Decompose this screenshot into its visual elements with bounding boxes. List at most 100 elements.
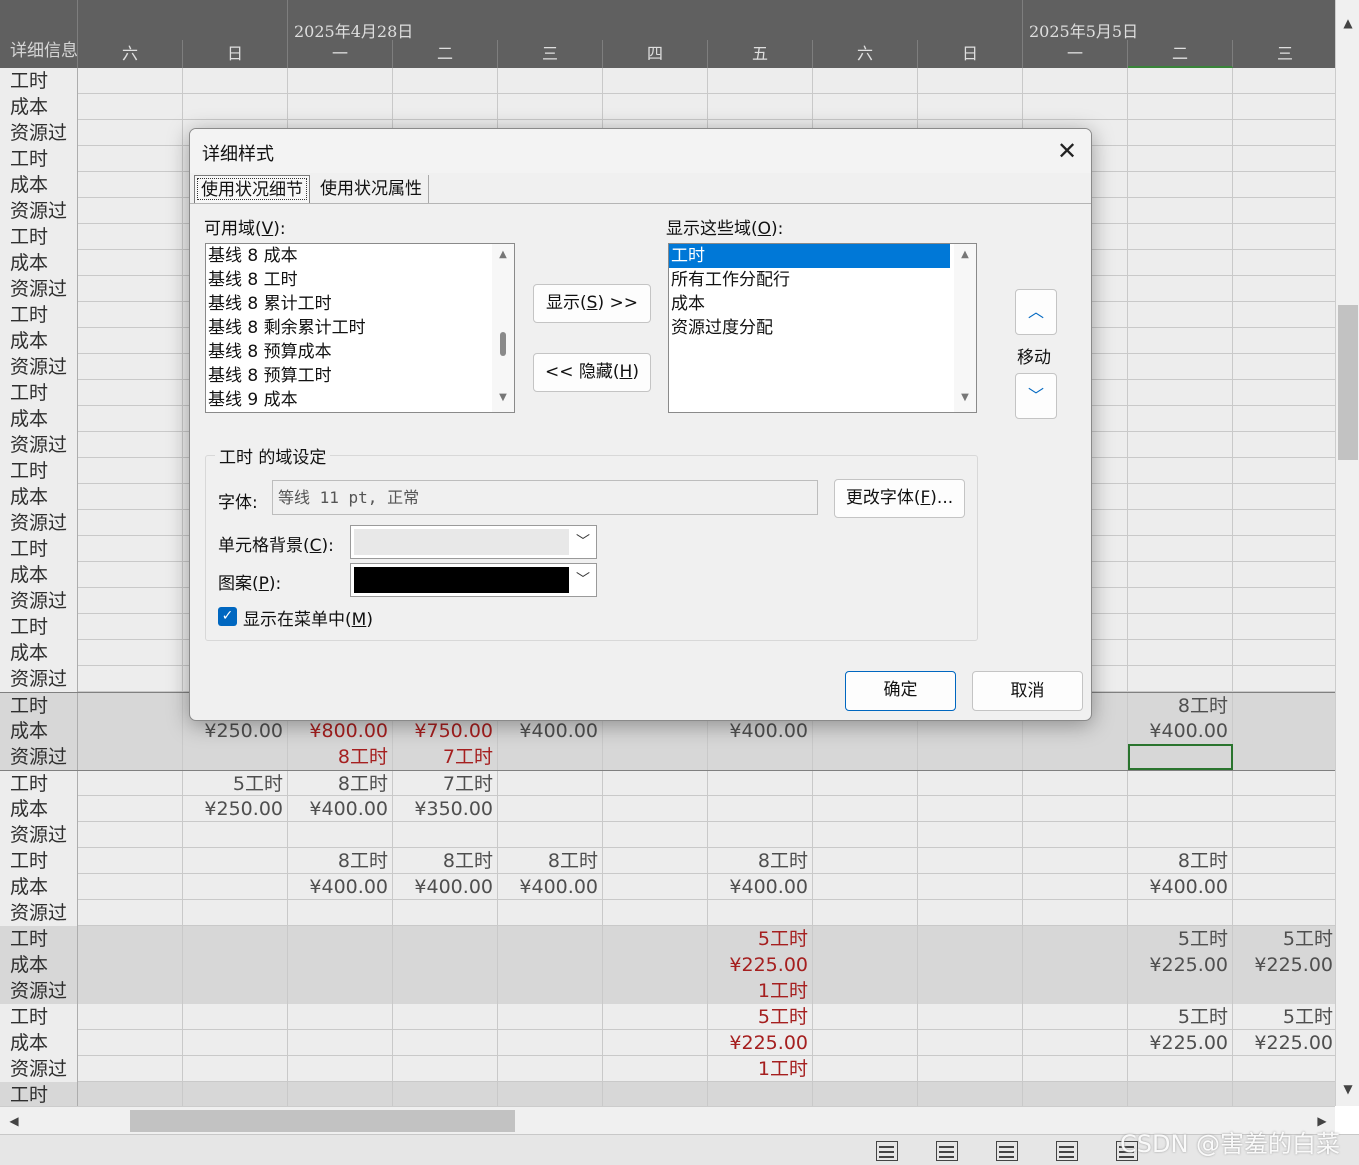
usage-cell[interactable] <box>918 744 1023 770</box>
usage-cell[interactable] <box>1233 822 1335 848</box>
usage-cell[interactable] <box>1023 874 1128 900</box>
usage-cell[interactable] <box>1233 302 1335 328</box>
usage-cell[interactable] <box>78 874 183 900</box>
usage-cell[interactable] <box>498 68 603 94</box>
usage-cell[interactable] <box>813 68 918 94</box>
usage-cell[interactable] <box>813 978 918 1004</box>
usage-cell[interactable] <box>78 952 183 978</box>
usage-cell[interactable] <box>183 978 288 1004</box>
usage-cell[interactable]: 5工时 <box>183 771 288 797</box>
usage-cell[interactable] <box>1128 94 1233 120</box>
pattern-select[interactable]: ﹀ <box>350 563 597 597</box>
usage-cell[interactable] <box>1233 666 1335 692</box>
usage-cell[interactable] <box>918 900 1023 926</box>
usage-cell[interactable] <box>1128 536 1233 562</box>
usage-cell[interactable]: ¥225.00 <box>1128 952 1233 978</box>
usage-cell[interactable] <box>918 94 1023 120</box>
usage-cell[interactable]: ¥750.00 <box>393 718 498 744</box>
usage-row[interactable]: 工时 5工时 5工时 5工时 <box>0 1004 1335 1030</box>
usage-cell[interactable] <box>603 822 708 848</box>
usage-cell[interactable] <box>498 744 603 770</box>
usage-cell[interactable] <box>78 172 183 198</box>
usage-cell[interactable] <box>183 1082 288 1106</box>
usage-cell[interactable] <box>498 1056 603 1082</box>
usage-cell[interactable] <box>1233 94 1335 120</box>
usage-cell[interactable] <box>1128 744 1233 770</box>
usage-cell[interactable] <box>813 1056 918 1082</box>
vertical-scrollbar[interactable]: ▲ ▼ <box>1335 0 1359 1106</box>
usage-cell[interactable] <box>1233 536 1335 562</box>
usage-cell[interactable] <box>78 198 183 224</box>
usage-cell[interactable]: 8工时 <box>1128 693 1233 719</box>
usage-cell[interactable] <box>1233 693 1335 719</box>
usage-cell[interactable] <box>603 771 708 797</box>
usage-cell[interactable] <box>603 718 708 744</box>
usage-cell[interactable] <box>1233 562 1335 588</box>
usage-cell[interactable] <box>498 796 603 822</box>
usage-cell[interactable] <box>288 952 393 978</box>
available-field-item[interactable]: 基线 8 预算工时 <box>206 364 514 388</box>
usage-cell[interactable] <box>603 744 708 770</box>
gantt-view-icon[interactable] <box>876 1141 898 1161</box>
usage-cell[interactable]: 8工时 <box>708 848 813 874</box>
usage-cell[interactable] <box>78 250 183 276</box>
usage-cell[interactable] <box>183 848 288 874</box>
usage-cell[interactable] <box>78 536 183 562</box>
usage-cell[interactable]: ¥225.00 <box>1233 1030 1335 1056</box>
usage-cell[interactable] <box>1233 380 1335 406</box>
change-font-button[interactable]: 更改字体(F)... <box>834 479 965 518</box>
usage-row[interactable]: 成本 ¥250.00 ¥800.00 ¥750.00 ¥400.00 ¥400.00 ¥40… <box>0 718 1335 744</box>
shown-list-scrollbar[interactable]: ▲ ▼ <box>954 244 976 412</box>
usage-cell[interactable] <box>1023 744 1128 770</box>
usage-cell[interactable] <box>813 1030 918 1056</box>
usage-cell[interactable] <box>813 822 918 848</box>
usage-cell[interactable] <box>78 848 183 874</box>
usage-cell[interactable] <box>918 1030 1023 1056</box>
usage-cell[interactable] <box>498 771 603 797</box>
usage-cell[interactable] <box>78 796 183 822</box>
usage-cell[interactable] <box>78 1082 183 1106</box>
usage-cell[interactable] <box>78 120 183 146</box>
usage-cell[interactable] <box>498 822 603 848</box>
usage-cell[interactable] <box>78 484 183 510</box>
usage-cell[interactable] <box>603 952 708 978</box>
show-in-menu-checkbox[interactable]: ✓ <box>218 607 237 626</box>
usage-cell[interactable]: 1工时 <box>708 1056 813 1082</box>
usage-cell[interactable] <box>1128 978 1233 1004</box>
usage-cell[interactable] <box>183 1030 288 1056</box>
usage-cell[interactable] <box>1023 718 1128 744</box>
usage-cell[interactable] <box>813 1004 918 1030</box>
usage-cell[interactable]: 5工时 <box>708 926 813 952</box>
usage-cell[interactable] <box>498 978 603 1004</box>
usage-cell[interactable] <box>708 796 813 822</box>
usage-cell[interactable] <box>1023 1030 1128 1056</box>
usage-cell[interactable] <box>708 900 813 926</box>
scroll-up-icon[interactable]: ▲ <box>492 249 514 260</box>
usage-cell[interactable] <box>1233 1056 1335 1082</box>
move-up-button[interactable]: ︿ <box>1015 289 1057 335</box>
usage-cell[interactable] <box>1023 68 1128 94</box>
usage-cell[interactable] <box>918 848 1023 874</box>
usage-cell[interactable] <box>1128 484 1233 510</box>
usage-row[interactable]: 工时 <box>0 1082 1335 1106</box>
usage-cell[interactable] <box>393 68 498 94</box>
usage-cell[interactable] <box>1233 146 1335 172</box>
scroll-up-icon[interactable]: ▲ <box>954 249 976 260</box>
scroll-down-icon[interactable]: ▼ <box>492 392 514 403</box>
usage-cell[interactable]: ¥400.00 <box>1128 874 1233 900</box>
usage-cell[interactable] <box>1128 120 1233 146</box>
usage-cell[interactable] <box>183 744 288 770</box>
usage-cell[interactable] <box>498 900 603 926</box>
usage-cell[interactable] <box>393 1056 498 1082</box>
cancel-button[interactable]: 取消 <box>972 671 1083 711</box>
usage-cell[interactable] <box>1233 874 1335 900</box>
usage-cell[interactable] <box>78 276 183 302</box>
usage-row[interactable]: 成本 ¥250.00 ¥400.00 ¥350.00 <box>0 796 1335 822</box>
usage-cell[interactable] <box>78 224 183 250</box>
usage-cell[interactable] <box>1233 484 1335 510</box>
usage-cell[interactable]: 5工时 <box>1128 1004 1233 1030</box>
usage-cell[interactable]: 5工时 <box>1233 1004 1335 1030</box>
usage-cell[interactable] <box>1233 978 1335 1004</box>
usage-cell[interactable] <box>1023 952 1128 978</box>
usage-cell[interactable] <box>1233 458 1335 484</box>
